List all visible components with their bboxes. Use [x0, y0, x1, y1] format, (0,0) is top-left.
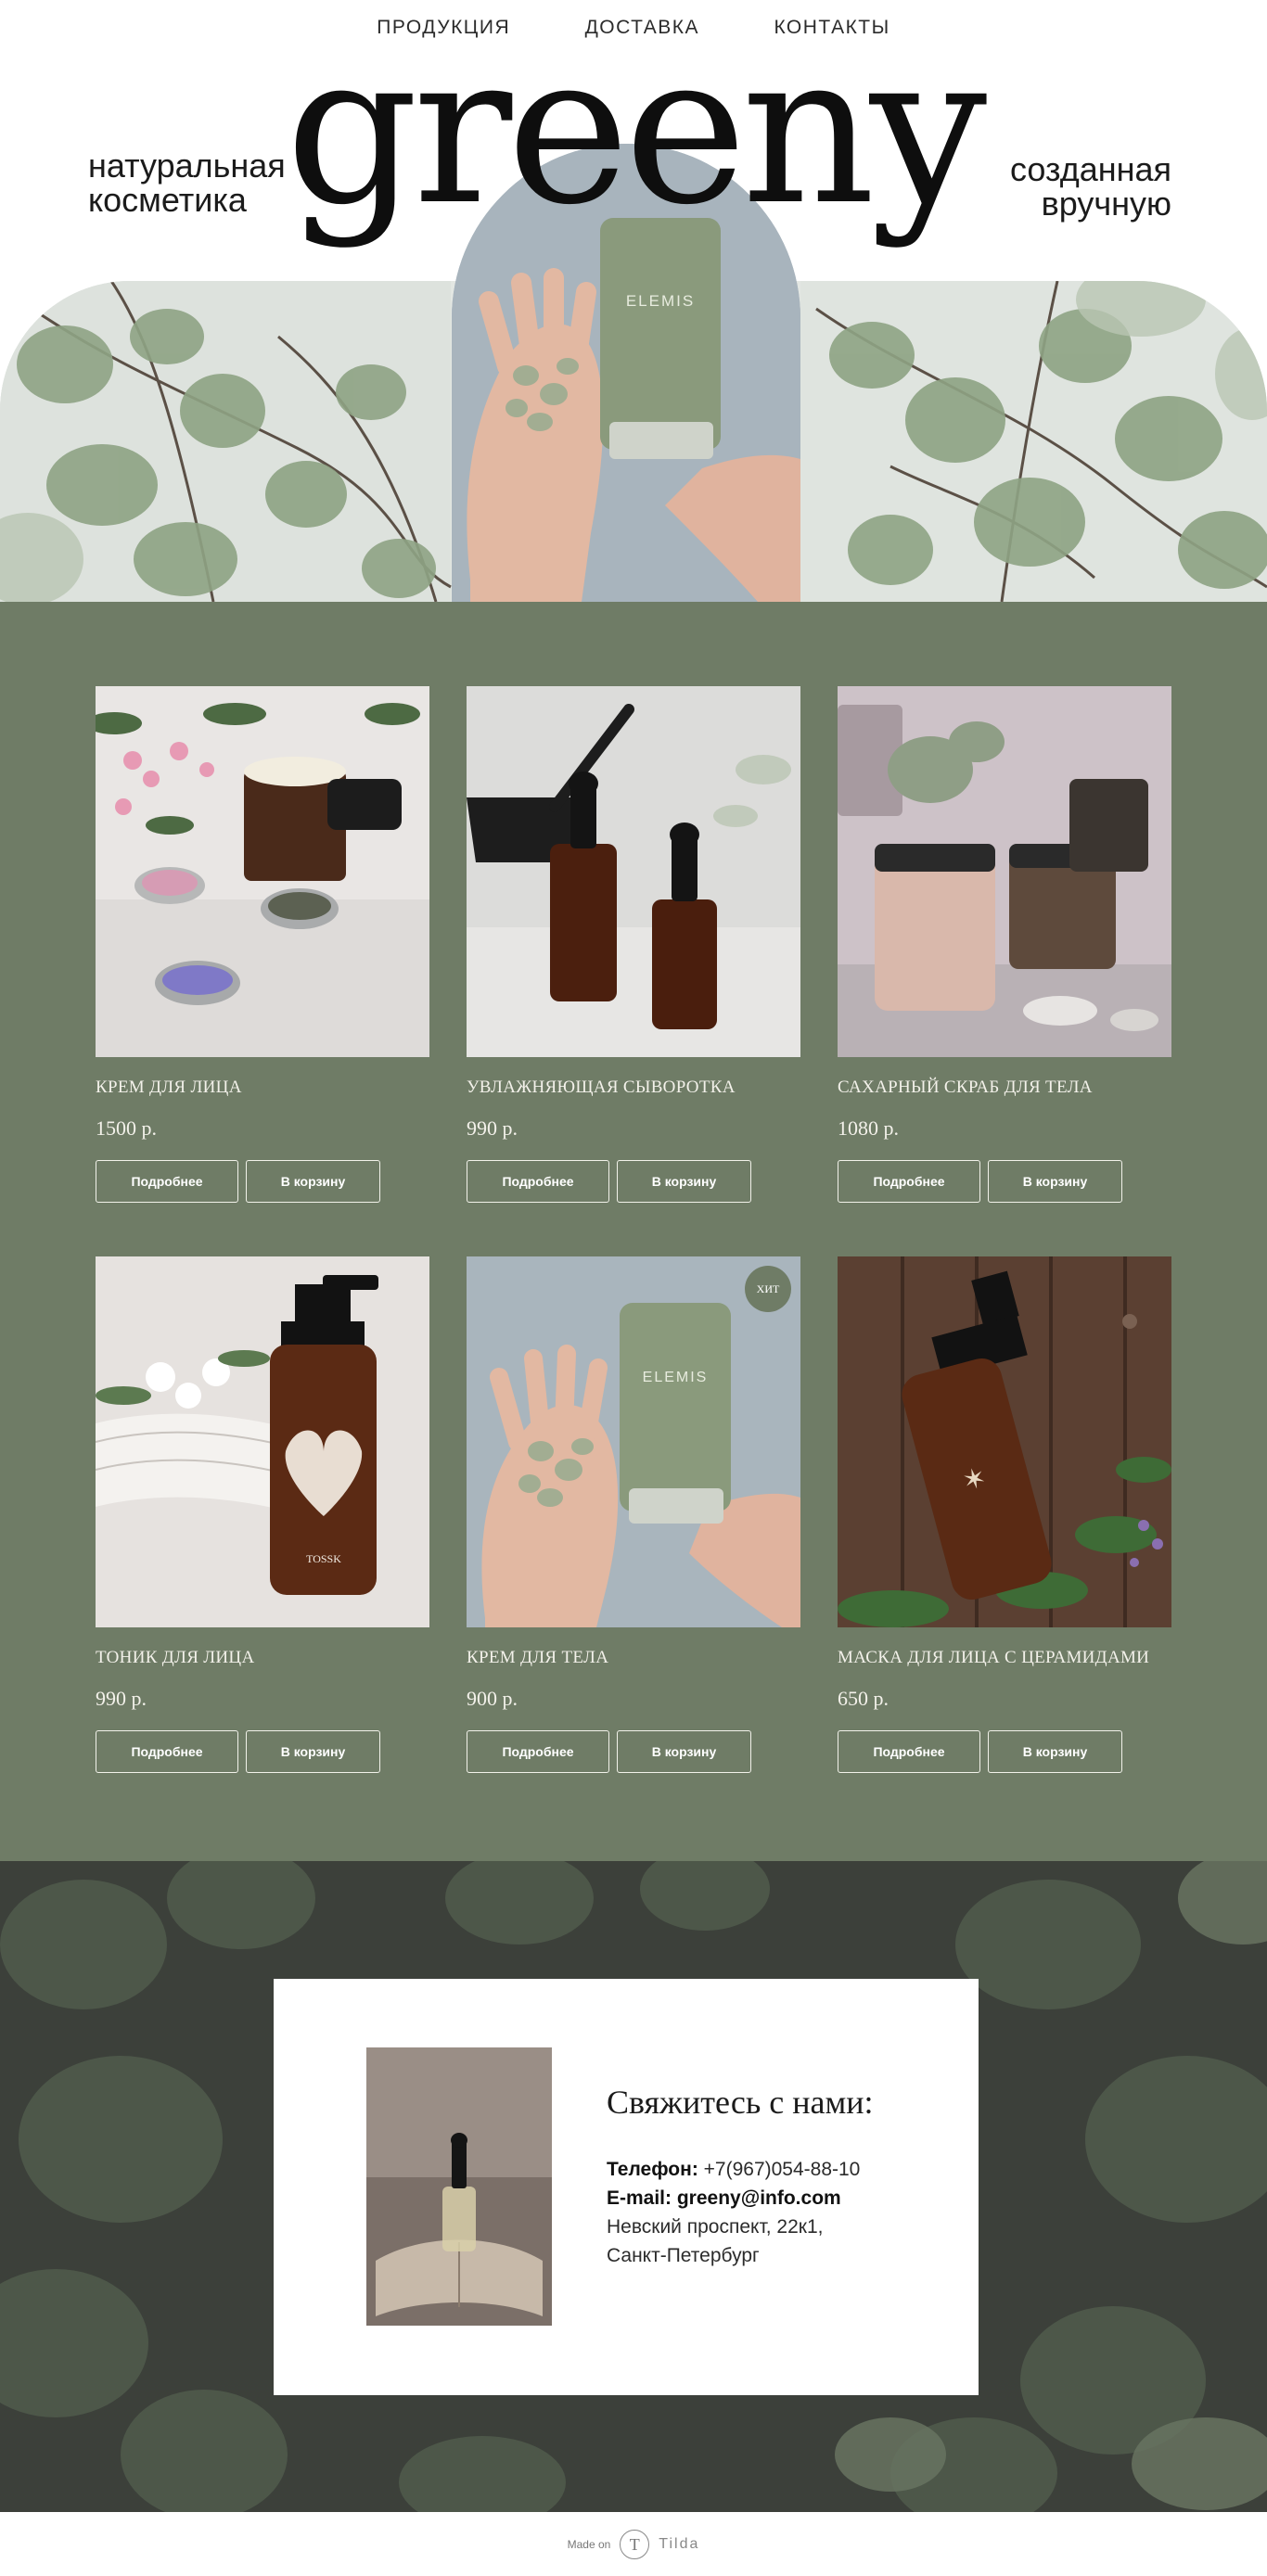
- phone-value[interactable]: +7(967)054-88-10: [704, 2159, 861, 2180]
- products-section: КРЕМ ДЛЯ ЛИЦА 1500 р. Подробнее В корзин…: [0, 602, 1267, 1861]
- product-card: ELEMIS ХИТ КРЕМ ДЛЯ ТЕЛА 900 р. Подробне…: [467, 1256, 800, 1773]
- serum-image: [467, 686, 800, 1057]
- product-card: УВЛАЖНЯЮЩАЯ СЫВОРОТКА 990 р. Подробнее В…: [467, 686, 800, 1203]
- product-photo[interactable]: TOSSK: [96, 1256, 429, 1627]
- address-line1: Невский проспект, 22к1,: [607, 2216, 824, 2238]
- product-name: КРЕМ ДЛЯ ТЕЛА: [467, 1648, 609, 1667]
- product-name: САХАРНЫЙ СКРАБ ДЛЯ ТЕЛА: [838, 1078, 1093, 1097]
- contact-details: Телефон: +7(967)054-88-10 E-mail: greeny…: [607, 2155, 860, 2270]
- svg-text:TOSSK: TOSSK: [306, 1552, 341, 1565]
- ceramide-mask-image: ✶: [838, 1256, 1171, 1627]
- made-on-label: Made on: [567, 2537, 611, 2551]
- product-price: 1500 р.: [96, 1116, 157, 1140]
- logo[interactable]: greeny: [0, 26, 1267, 234]
- hit-badge: ХИТ: [745, 1266, 791, 1312]
- details-button[interactable]: Подробнее: [467, 1160, 609, 1203]
- serum-bottle-image: [366, 2047, 552, 2326]
- product-price: 990 р.: [96, 1687, 147, 1710]
- add-to-cart-button[interactable]: В корзину: [617, 1730, 751, 1773]
- details-button[interactable]: Подробнее: [96, 1730, 238, 1773]
- product-price: 1080 р.: [838, 1116, 899, 1140]
- product-card: TOSSK ТОНИК ДЛЯ ЛИЦА 990 р. Подробнее В …: [96, 1256, 429, 1773]
- details-button[interactable]: Подробнее: [838, 1160, 980, 1203]
- product-photo[interactable]: [838, 686, 1171, 1057]
- details-button[interactable]: Подробнее: [838, 1730, 980, 1773]
- product-name: МАСКА ДЛЯ ЛИЦА С ЦЕРАМИДАМИ: [838, 1648, 1150, 1667]
- body-cream-image: ELEMIS: [467, 1256, 800, 1627]
- footer: Made on T Tilda: [0, 2512, 1267, 2576]
- toner-image: TOSSK: [96, 1256, 429, 1627]
- add-to-cart-button[interactable]: В корзину: [246, 1160, 380, 1203]
- add-to-cart-button[interactable]: В корзину: [988, 1160, 1122, 1203]
- email-label: E-mail:: [607, 2187, 672, 2209]
- product-card: ✶ МАСКА ДЛЯ ЛИЦА С ЦЕРАМИДАМИ 650 р. Под…: [838, 1256, 1171, 1773]
- product-price: 650 р.: [838, 1687, 889, 1710]
- svg-text:ELEMIS: ELEMIS: [626, 292, 695, 310]
- phone-label: Телефон:: [607, 2159, 698, 2180]
- product-price: 990 р.: [467, 1116, 518, 1140]
- product-name: КРЕМ ДЛЯ ЛИЦА: [96, 1078, 242, 1097]
- add-to-cart-button[interactable]: В корзину: [617, 1160, 751, 1203]
- product-name: ТОНИК ДЛЯ ЛИЦА: [96, 1648, 255, 1667]
- product-name: УВЛАЖНЯЮЩАЯ СЫВОРОТКА: [467, 1078, 736, 1097]
- svg-text:ELEMIS: ELEMIS: [643, 1370, 709, 1385]
- contact-phone: Телефон: +7(967)054-88-10: [607, 2155, 860, 2184]
- sugar-scrub-image: [838, 686, 1171, 1057]
- product-photo[interactable]: ELEMIS ХИТ: [467, 1256, 800, 1627]
- tilda-logo-icon[interactable]: T: [620, 2529, 650, 2559]
- add-to-cart-button[interactable]: В корзину: [988, 1730, 1122, 1773]
- add-to-cart-button[interactable]: В корзину: [246, 1730, 380, 1773]
- product-card: КРЕМ ДЛЯ ЛИЦА 1500 р. Подробнее В корзин…: [96, 686, 429, 1203]
- product-photo[interactable]: [96, 686, 429, 1057]
- contact-card: Свяжитесь с нами: Телефон: +7(967)054-88…: [274, 1979, 979, 2395]
- contact-email: E-mail: greeny@info.com: [607, 2184, 860, 2213]
- contact-title: Свяжитесь с нами:: [607, 2084, 874, 2121]
- tilda-label[interactable]: Tilda: [659, 2536, 699, 2553]
- face-cream-image: [96, 686, 429, 1057]
- details-button[interactable]: Подробнее: [467, 1730, 609, 1773]
- product-photo[interactable]: ✶: [838, 1256, 1171, 1627]
- address-line2: Санкт-Петербург: [607, 2245, 760, 2266]
- contact-photo: [366, 2047, 552, 2326]
- product-price: 900 р.: [467, 1687, 518, 1710]
- details-button[interactable]: Подробнее: [96, 1160, 238, 1203]
- product-card: САХАРНЫЙ СКРАБ ДЛЯ ТЕЛА 1080 р. Подробне…: [838, 686, 1171, 1203]
- email-value[interactable]: greeny@info.com: [677, 2187, 841, 2209]
- product-photo[interactable]: [467, 686, 800, 1057]
